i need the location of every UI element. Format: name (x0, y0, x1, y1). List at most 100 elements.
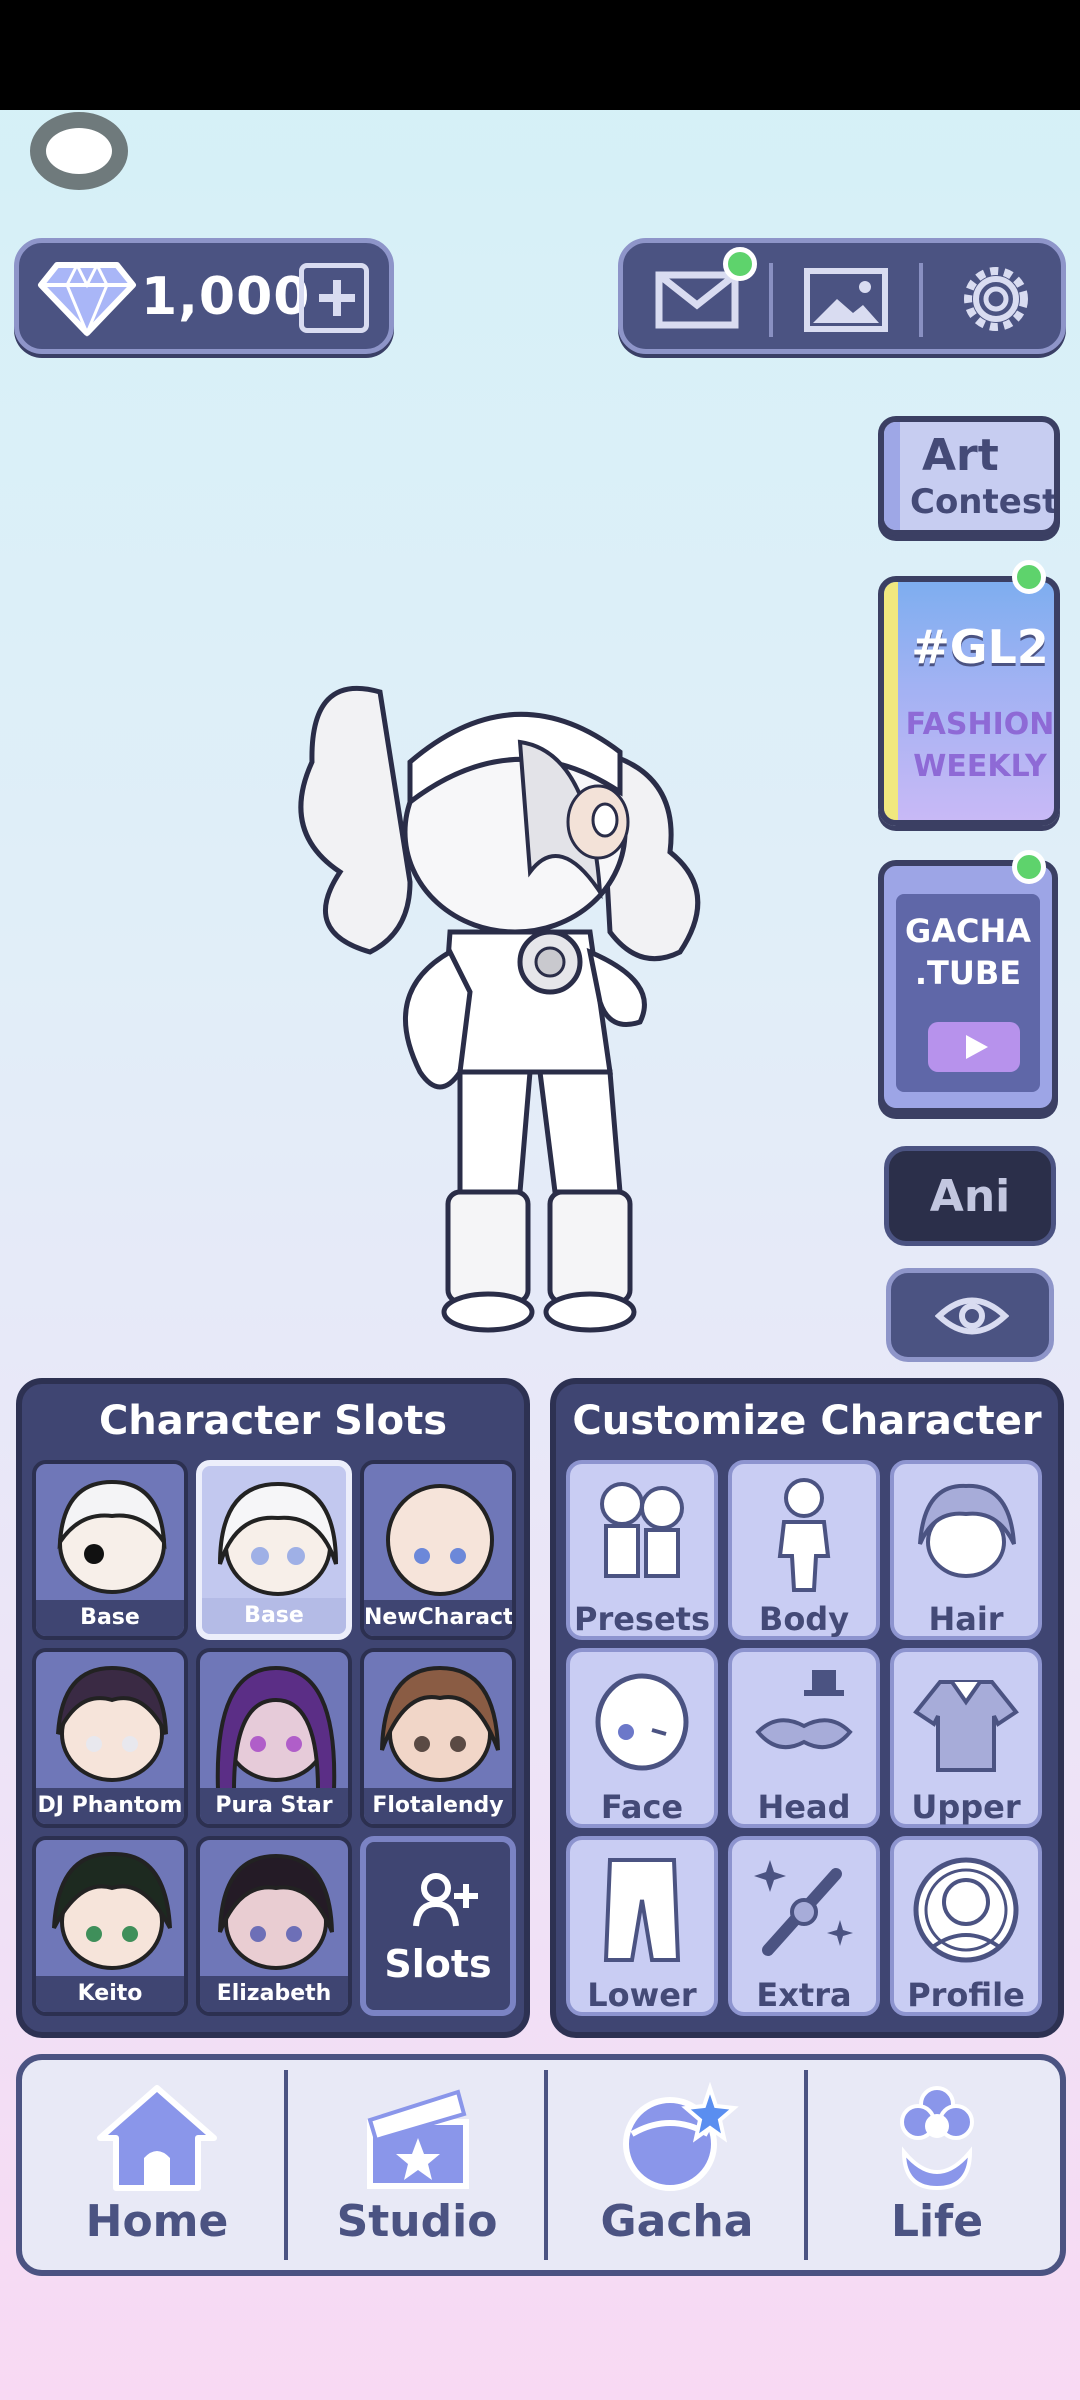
ani-button[interactable]: Ani (884, 1146, 1056, 1246)
face-button[interactable]: Face (566, 1648, 718, 1828)
character-slots-title: Character Slots (98, 1398, 448, 1444)
gacha-capsule-icon (623, 2082, 739, 2191)
customize-character-panel: Customize Character Presets Body Hair Fa… (550, 1378, 1064, 2038)
ani-label: Ani (929, 1171, 1011, 1222)
nav-studio[interactable]: Studio (288, 2060, 546, 2270)
home-label: Home (85, 2196, 229, 2247)
extra-label: Extra (756, 1976, 852, 2014)
gl2-tag: #GL2 (911, 620, 1049, 674)
head-button[interactable]: Head (728, 1648, 880, 1828)
life-label: Life (890, 2196, 984, 2247)
customize-character-title: Customize Character (572, 1398, 1042, 1444)
hair-icon (918, 1483, 1016, 1578)
upper-label: Upper (911, 1788, 1021, 1826)
character-portrait (218, 1853, 334, 1970)
lower-label: Lower (587, 1976, 697, 2014)
extra-button[interactable]: Extra (728, 1836, 880, 2016)
art-contest-button[interactable]: Art Contest (878, 416, 1060, 536)
nav-life[interactable]: Life (808, 2060, 1066, 2270)
tube-label: .TUBE (914, 954, 1022, 992)
flower-icon (900, 2086, 974, 2191)
character-portrait (380, 1665, 500, 1782)
fashion-notification-dot (1012, 560, 1046, 594)
slot-base-1[interactable]: Base (32, 1460, 188, 1640)
character-portrait (56, 1665, 168, 1782)
shirt-icon (913, 1680, 1019, 1772)
body-button[interactable]: Body (728, 1460, 880, 1640)
slot-flotalendy[interactable]: Flotalendy (360, 1648, 516, 1828)
hair-label: Hair (928, 1600, 1004, 1638)
divider (919, 263, 923, 337)
gacha-tube-label: GACHA .TUBE (896, 910, 1040, 994)
pants-icon (603, 1858, 681, 1962)
bottom-navigation: Home Studio Gacha Life (16, 2054, 1066, 2276)
slot-name: Base (36, 1600, 184, 1636)
diamond-icon (38, 261, 136, 337)
character-portrait (215, 1665, 337, 1790)
face-icon (595, 1673, 689, 1771)
add-user-icon (413, 1873, 478, 1927)
slot-keito[interactable]: Keito (32, 1836, 188, 2016)
character-portrait (386, 1484, 494, 1596)
slot-pura-star[interactable]: Pura Star (196, 1648, 352, 1828)
slot-name: NewCharacter (364, 1600, 512, 1636)
character-slots-panel: Character Slots Base Base NewCharacter D… (16, 1378, 530, 2038)
top-icon-bar (618, 238, 1066, 354)
presets-label: Presets (573, 1600, 711, 1638)
record-indicator-icon[interactable] (30, 112, 128, 190)
hair-button[interactable]: Hair (890, 1460, 1042, 1640)
mail-notification-dot (723, 247, 757, 281)
divider (769, 263, 773, 337)
clapperboard-icon (367, 2089, 469, 2189)
art-contest-label-1: Art (922, 430, 999, 481)
weekly-label: WEEKLY (913, 749, 1047, 784)
extra-wand-icon (754, 1860, 853, 1956)
play-icon (928, 1022, 1020, 1072)
gem-count: 1,000 (141, 267, 311, 327)
slot-elizabeth[interactable]: Elizabeth (196, 1836, 352, 2016)
character-preview[interactable] (260, 632, 780, 1352)
slot-name: Base (202, 1598, 346, 1634)
profile-button[interactable]: Profile (890, 1836, 1042, 2016)
body-icon (777, 1478, 831, 1592)
slot-newcharacter[interactable]: NewCharacter (360, 1460, 516, 1640)
eye-icon (935, 1297, 1009, 1335)
gacha-label: GACHA (904, 912, 1032, 950)
gems-counter: 1,000 (14, 238, 394, 354)
slot-dj-phantom[interactable]: DJ Phantom (32, 1648, 188, 1828)
home-icon (97, 2085, 217, 2191)
add-gems-button[interactable] (299, 263, 369, 333)
body-label: Body (758, 1600, 850, 1638)
gacha-tube-button[interactable]: GACHA .TUBE (878, 860, 1058, 1114)
fashion-weekly-button[interactable]: #GL2 FASHION WEEKLY (878, 576, 1060, 826)
head-label: Head (757, 1788, 851, 1826)
fashion-weekly-label: FASHION WEEKLY (898, 704, 1055, 788)
lower-button[interactable]: Lower (566, 1836, 718, 2016)
character-portrait (218, 1481, 338, 1596)
profile-icon (913, 1857, 1019, 1963)
slot-name: Flotalendy (364, 1788, 512, 1824)
slot-base-2[interactable]: Base (196, 1460, 352, 1640)
add-slots-label: Slots (384, 1942, 492, 1986)
studio-label: Studio (336, 2196, 498, 2247)
nav-home[interactable]: Home (28, 2060, 286, 2270)
gacha-label: Gacha (600, 2196, 754, 2247)
upper-button[interactable]: Upper (890, 1648, 1042, 1828)
nav-gacha[interactable]: Gacha (548, 2060, 806, 2270)
status-bar (0, 0, 1080, 110)
gacha-tube-notification-dot (1012, 850, 1046, 884)
face-label: Face (600, 1788, 684, 1826)
slot-name: DJ Phantom (36, 1788, 184, 1824)
add-slots-button[interactable]: Slots (360, 1836, 516, 2016)
notebook-spine (884, 422, 900, 530)
presets-button[interactable]: Presets (566, 1460, 718, 1640)
gallery-icon[interactable] (801, 259, 891, 339)
character-portrait (52, 1851, 172, 1970)
profile-label: Profile (907, 1976, 1025, 2014)
fashion-label: FASHION (905, 707, 1055, 742)
hide-ui-button[interactable] (886, 1268, 1054, 1362)
slot-name: Elizabeth (200, 1976, 348, 2012)
magazine-spine (884, 582, 898, 820)
settings-icon[interactable] (951, 259, 1041, 339)
character-portrait (57, 1479, 167, 1594)
